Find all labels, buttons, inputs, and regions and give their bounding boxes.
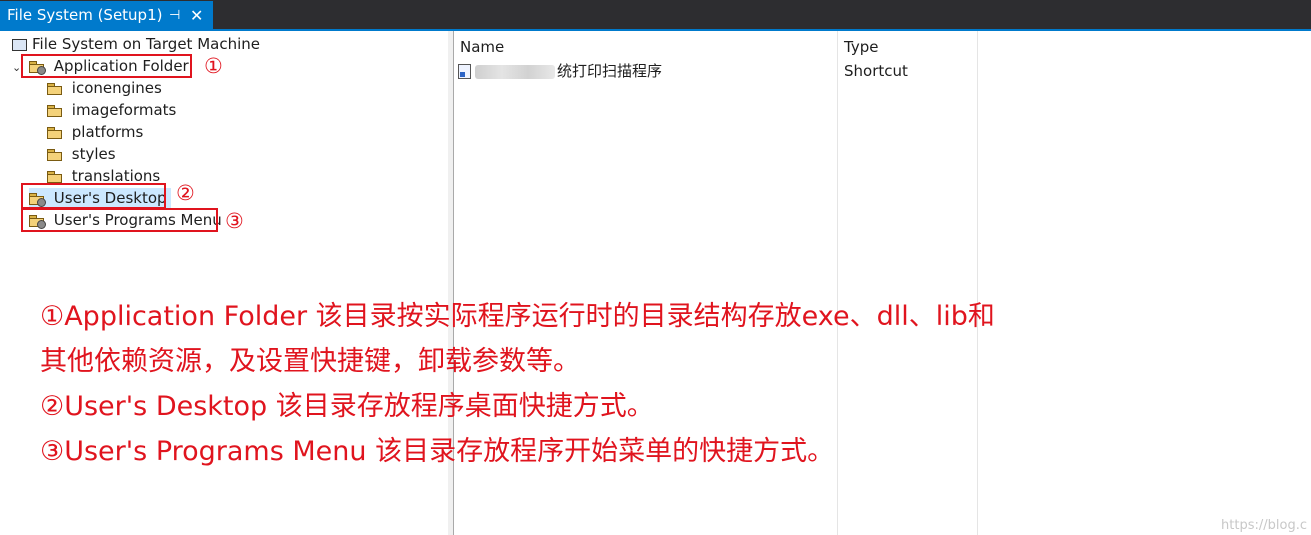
column-divider[interactable]: [837, 31, 838, 535]
list-item[interactable]: 统打印扫描程序: [458, 62, 662, 80]
tree-root[interactable]: File System on Target Machine: [12, 34, 260, 54]
highlight-box-1: [21, 54, 192, 78]
marker-1: ①: [204, 54, 223, 78]
annotation-line-2: 其他依赖资源，及设置快捷键，卸载参数等。: [40, 346, 580, 377]
shortcut-icon: [458, 64, 471, 79]
tree-item-styles[interactable]: styles: [47, 144, 116, 164]
list-item-name: 统打印扫描程序: [557, 62, 663, 80]
marker-3: ③: [225, 209, 244, 233]
tree-item-label: platforms: [71, 123, 144, 141]
annotation-line-3: ②User's Desktop 该目录存放程序桌面快捷方式。: [40, 391, 654, 422]
tree-item-iconengines[interactable]: iconengines: [47, 78, 162, 98]
close-icon[interactable]: ✕: [190, 1, 203, 30]
tab-file-system[interactable]: File System (Setup1) ⊣ ✕: [0, 1, 213, 30]
computer-icon: [12, 38, 27, 51]
folder-icon: [47, 83, 62, 95]
list-item-type: Shortcut: [844, 62, 908, 80]
marker-2: ②: [176, 181, 195, 205]
tab-title: File System (Setup1): [7, 6, 163, 24]
chevron-down-icon[interactable]: ⌄: [12, 61, 21, 74]
annotation-line-4: ③User's Programs Menu 该目录存放程序开始菜单的快捷方式。: [40, 436, 835, 467]
folder-icon: [47, 127, 62, 139]
pin-icon[interactable]: ⊣: [169, 1, 180, 30]
document-tab-bar: File System (Setup1) ⊣ ✕: [0, 0, 1311, 30]
tree-item-label: iconengines: [71, 79, 162, 97]
tree-item-label: imageformats: [71, 101, 177, 119]
column-divider[interactable]: [977, 31, 978, 535]
folder-icon: [47, 171, 62, 183]
column-header-name[interactable]: Name: [460, 38, 504, 56]
tree-item-imageformats[interactable]: imageformats: [47, 100, 176, 120]
redacted-text: [475, 64, 555, 79]
highlight-box-3: [21, 208, 218, 232]
tree-item-platforms[interactable]: platforms: [47, 122, 143, 142]
watermark: https://blog.c: [1221, 518, 1307, 533]
folder-icon: [47, 149, 62, 161]
tree-root-label: File System on Target Machine: [32, 35, 260, 53]
annotation-line-1: ①Application Folder 该目录按实际程序运行时的目录结构存放ex…: [40, 301, 995, 332]
tree-item-label: styles: [71, 145, 116, 163]
folder-icon: [47, 105, 62, 117]
column-header-type[interactable]: Type: [844, 38, 878, 56]
